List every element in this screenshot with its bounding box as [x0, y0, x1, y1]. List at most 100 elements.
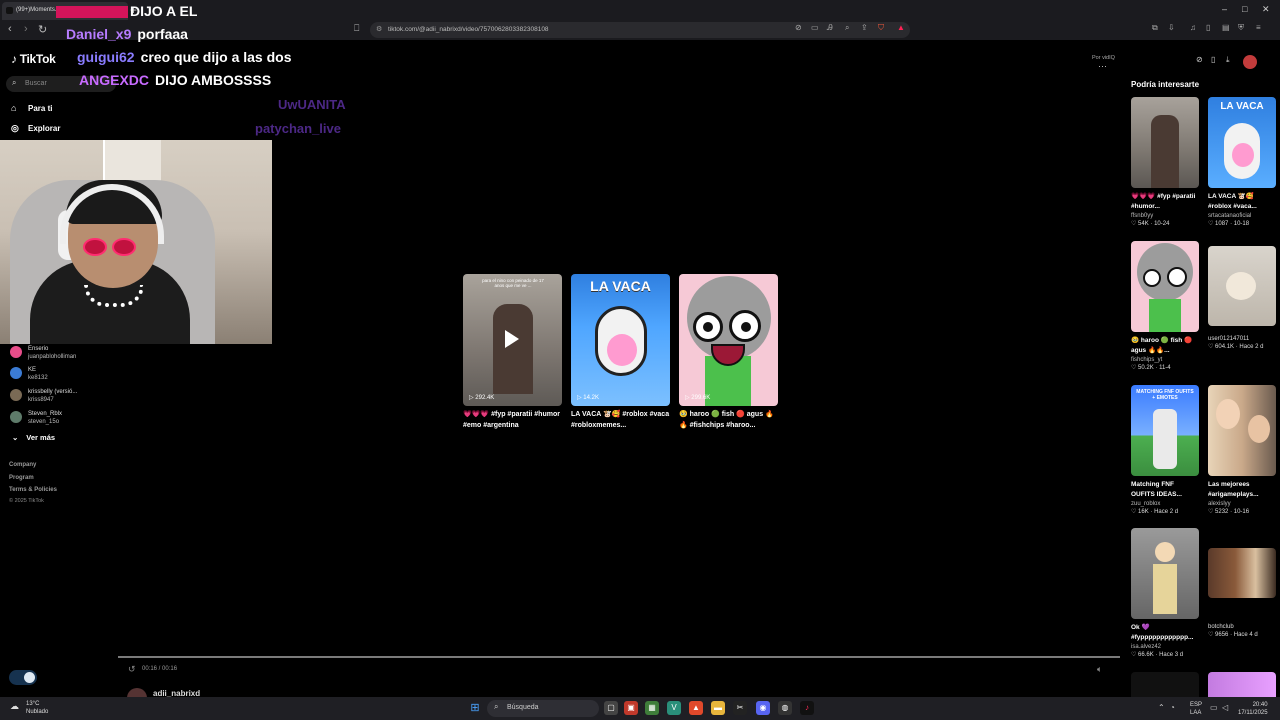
close-window-button[interactable]: ✕ [1262, 4, 1270, 15]
windows-start-icon[interactable]: ⊞ [468, 701, 482, 715]
brave-shield-icon[interactable]: ⛉ [878, 23, 884, 33]
recommendation-card[interactable]: Las mejorees #arigameplays... alexislyy … [1208, 385, 1276, 515]
video-overlay-text: para el nino con peinado de 17 anos que … [482, 278, 544, 288]
view-count: ▷ 299.6K [685, 395, 711, 401]
following-account[interactable]: krissbelly (versió... kriss8947 [10, 388, 77, 404]
chat-message: DIJO A EL [56, 3, 197, 19]
pupil-right [741, 322, 751, 332]
download-icon[interactable]: ⤓ [1226, 55, 1230, 65]
language-indicator[interactable]: ESP LAA [1190, 701, 1202, 717]
avatar [10, 367, 22, 379]
recommendation-thumbnail [1208, 548, 1276, 598]
video-overlay-text: LA VACA [590, 278, 651, 294]
haroo-body [1149, 299, 1181, 332]
see-more-button[interactable]: ⌄ Ver más [12, 433, 55, 442]
footer-link-program[interactable]: Program [9, 475, 34, 481]
site-info-icon[interactable]: ⚙ [376, 25, 382, 33]
vpn-icon[interactable]: ⛨ [1238, 23, 1244, 33]
menu-icon[interactable]: ≡ [1256, 23, 1261, 32]
replay-icon[interactable]: ↺ [128, 664, 136, 675]
heart-glasses-right [112, 238, 136, 256]
chat-user-faded: UwUANITA [278, 97, 346, 112]
device-icon[interactable]: ▯ [1211, 55, 1215, 64]
related-video-caption[interactable]: LA VACA 🐮🥰 #roblox #vaca #robloxmemes... [571, 409, 670, 431]
maximize-button[interactable]: □ [1242, 4, 1247, 14]
recommendation-card[interactable]: 🥹 haroo 🟢 fish 🔴 agus 🔥🔥... fishchips_yt… [1131, 241, 1199, 371]
recommendation-card[interactable]: botchclub ♡ 9656 · Hace 4 d [1208, 548, 1276, 638]
sidebar-icon[interactable]: ▯ [1206, 23, 1210, 32]
recommendation-card[interactable]: MATCHING FNF OUFITS + EMOTES Matching FN… [1131, 385, 1199, 515]
translate-icon[interactable]: Ꭿ [827, 23, 833, 33]
nav-item-explorar[interactable]: ◎ Explorar [11, 123, 60, 134]
minecraft-icon[interactable]: ▦ [645, 701, 659, 715]
back-icon[interactable]: ‹ [8, 23, 12, 35]
recommendation-thumbnail [1131, 97, 1199, 188]
weather-widget[interactable]: ☁ 13°C Nublado [10, 700, 48, 716]
recommendation-card[interactable]: user012147011 ♡ 604.1K · Hace 2 d [1208, 246, 1276, 350]
streamer-webcam [0, 140, 272, 344]
recommendation-card[interactable]: Ok 💜 #fypppppppppppp... isa.alvez42 ♡ 66… [1131, 528, 1199, 658]
related-video-caption[interactable]: 🥹 haroo 🟢 fish 🔴 agus 🔥🔥 #fishchips #har… [679, 409, 778, 431]
user-avatar[interactable] [1243, 55, 1257, 69]
related-video-caption[interactable]: 💗💗💗 #fyp #paratii #humor #emo #argentina [463, 409, 562, 431]
tiktok-app-icon[interactable]: ♪ [800, 701, 814, 715]
recommendation-card-partial[interactable] [1131, 672, 1199, 697]
recommendation-card[interactable]: LA VACA LA VACA 🐮🥰 #roblox #vaca... srta… [1208, 97, 1276, 227]
like-count: ♡ 54K · 10-24 [1131, 221, 1170, 227]
eye-right [1167, 267, 1187, 287]
share-icon[interactable]: ⇪ [861, 23, 868, 32]
footer-link-company[interactable]: Company [9, 462, 36, 468]
video-progress-bar[interactable] [118, 656, 1120, 658]
obs-icon[interactable]: ◍ [778, 701, 792, 715]
capcut-icon[interactable]: ✂ [733, 701, 747, 715]
related-video-card[interactable]: ▷ 299.6K [679, 274, 778, 406]
related-video-card[interactable]: para el nino con peinado de 17 anos que … [463, 274, 562, 406]
tiktok-logo[interactable]: ♪ TikTok [11, 52, 56, 66]
brave-browser-icon[interactable]: ▲ [689, 701, 703, 715]
zoom-icon[interactable]: ⌕ [845, 23, 849, 33]
reload-icon[interactable]: ↻ [38, 23, 47, 36]
footer-link-terms[interactable]: Terms & Policies [9, 487, 57, 493]
wallet-icon[interactable]: ▤ [1222, 23, 1230, 32]
person-figure [493, 304, 533, 394]
following-account[interactable]: Steven_Rblx steven_15o [10, 410, 62, 426]
screen-icon[interactable]: ▭ [811, 23, 819, 32]
downloads-icon[interactable]: ⇩ [1168, 23, 1175, 32]
recommendation-card[interactable]: 💗💗💗 #fyp #paratii #humor... ffsnb0yy ♡ 5… [1131, 97, 1199, 227]
nav-item-para-ti[interactable]: ⌂ Para ti [11, 103, 52, 113]
reader-icon[interactable]: ⊘ [795, 23, 802, 32]
app-icon[interactable]: ▣ [624, 701, 638, 715]
chat-user-redacted [56, 6, 128, 19]
volume-tray-icon[interactable]: ◁ [1222, 703, 1228, 712]
brave-rewards-icon[interactable]: ▲ [897, 23, 905, 32]
forward-icon[interactable]: › [24, 23, 28, 35]
volume-icon[interactable]: 🔈︎ [1097, 664, 1102, 675]
file-explorer-icon[interactable]: ▬ [711, 701, 725, 715]
system-clock[interactable]: 20:40 17/11/2025 [1238, 701, 1268, 717]
network-icon[interactable]: ▭ [1210, 703, 1218, 712]
recommendations-title: Podría interesarte [1131, 80, 1200, 89]
related-video-card[interactable]: LA VACA ▷ 14.2K [571, 274, 670, 406]
vidiq-icon[interactable]: ⊘ [1196, 55, 1203, 64]
extensions-icon[interactable]: ⧉ [1152, 23, 1158, 33]
chat-user-faded: patychan_live [255, 121, 341, 136]
music-icon[interactable]: ♫ [1190, 23, 1196, 32]
tray-chevron-icon[interactable]: ⌃ [1158, 703, 1165, 712]
like-count: ♡ 604.1K · Hace 2 d [1208, 344, 1264, 350]
following-account[interactable]: Enserio juanpabloholliman [10, 345, 76, 361]
recommendation-card-partial[interactable] [1208, 672, 1276, 697]
minimize-button[interactable]: – [1222, 4, 1227, 14]
task-view-icon[interactable]: ▢ [604, 701, 618, 715]
avatar [10, 346, 22, 358]
theme-toggle[interactable] [9, 670, 37, 685]
search-icon: ⌕ [12, 78, 17, 87]
avatar [10, 389, 22, 401]
bookmark-icon[interactable]: ⎕ [354, 23, 359, 34]
following-account[interactable]: KE ke8132 [10, 366, 48, 382]
tray-app-icon[interactable]: ◔ [1170, 703, 1175, 712]
discord-icon[interactable]: ◉ [756, 701, 770, 715]
play-icon[interactable] [505, 330, 519, 348]
vim-icon[interactable]: V [667, 701, 681, 715]
more-options-icon[interactable]: ··· [1098, 61, 1107, 71]
taskbar-search[interactable]: ⌕ Búsqueda [487, 700, 599, 717]
